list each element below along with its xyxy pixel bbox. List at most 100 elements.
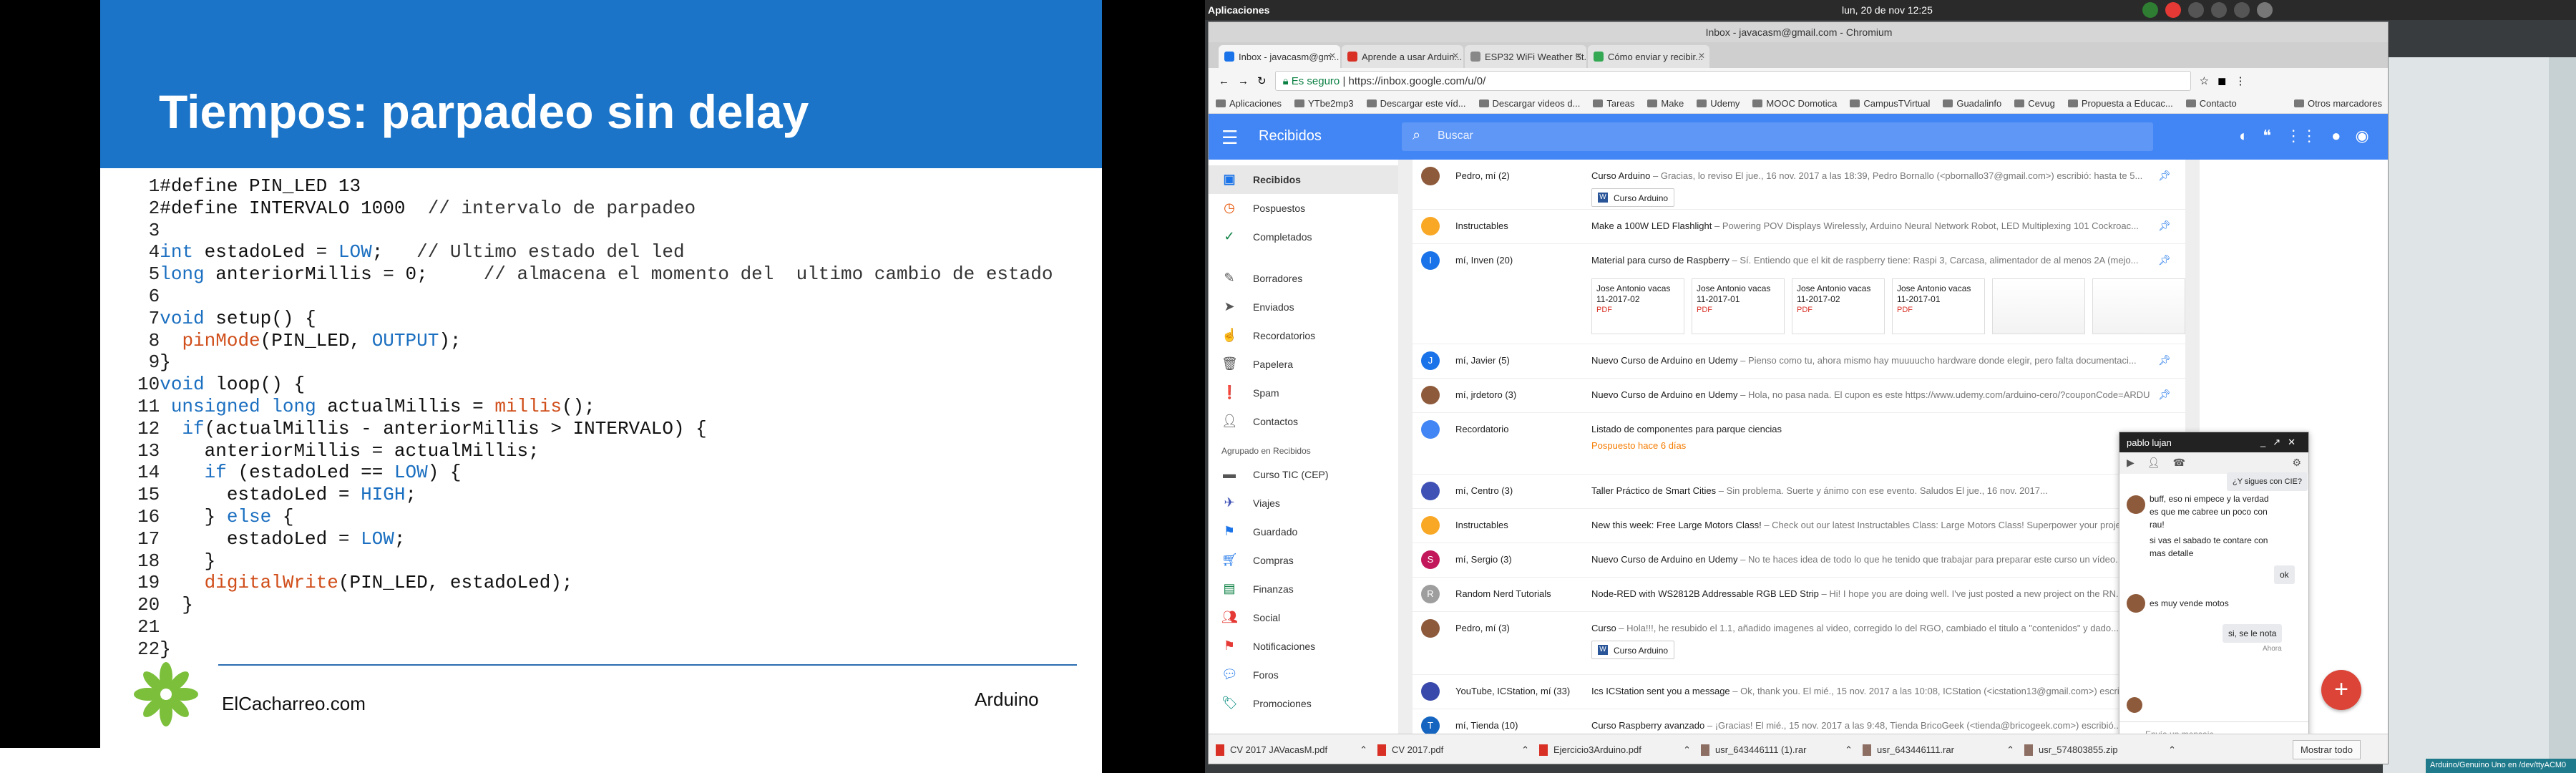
nav-item-borradores[interactable]: ✎ Borradores	[1209, 264, 1398, 293]
reload-icon[interactable]: ↻	[1257, 74, 1267, 87]
pin-icon[interactable]: 📌︎	[2158, 170, 2171, 182]
close-tab-icon[interactable]: ✕	[1329, 51, 1336, 61]
bookmark-item[interactable]: YTbe2mp3	[1294, 98, 1354, 109]
chat-settings-icon[interactable]: ⚙	[2292, 457, 2301, 470]
forward-icon[interactable]: →	[1238, 75, 1249, 87]
bookmark-item[interactable]: Propuesta a Educac...	[2067, 98, 2173, 109]
message-row[interactable]: Jmí, Javier (5) Nuevo Curso de Arduino en…	[1413, 344, 2185, 379]
nav-item-recibidos[interactable]: ▣ Recibidos	[1209, 165, 1398, 194]
bookmark-item[interactable]: Tareas	[1593, 98, 1634, 109]
chevron-up-icon[interactable]: ⌃	[2168, 744, 2176, 756]
update-icon[interactable]	[2165, 2, 2181, 18]
tab-inbox[interactable]: Inbox - javacasm@gm... ✕	[1219, 45, 1340, 68]
group-item[interactable]: ⚑ Notificaciones	[1209, 632, 1398, 661]
attachment-chip[interactable]: Curso Arduino	[1591, 641, 1675, 659]
message-row[interactable]: Instructables Make a 100W LED Flashlight …	[1413, 210, 2185, 244]
bookmark-item[interactable]: Cevug	[2014, 98, 2055, 109]
group-item[interactable]: ▤ Finanzas	[1209, 575, 1398, 603]
back-icon[interactable]: ←	[1219, 75, 1229, 87]
bookmark-item[interactable]: Contacto	[2185, 98, 2237, 109]
add-person-icon[interactable]: 👤︎	[2147, 457, 2160, 470]
tab-esp32[interactable]: ESP32 WiFi Weather St... ✕	[1465, 45, 1586, 68]
close-tab-icon[interactable]: ✕	[1698, 51, 1705, 61]
message-row[interactable]: R Random Nerd Tutorials Node-RED with WS28…	[1413, 578, 2185, 612]
network-icon[interactable]	[2188, 2, 2204, 18]
pin-icon[interactable]: 📌︎	[2158, 220, 2171, 232]
pdf-attachment-card[interactable]: Jose Antonio vacas 11-2017-02 PDF	[1792, 278, 1885, 334]
group-item[interactable]: 🏷︎ Promociones	[1209, 689, 1398, 718]
tab-como-enviar[interactable]: Cómo enviar y recibir... ✕	[1588, 45, 1709, 68]
message-row[interactable]: Pedro, mí (3) Curso – Hola!!!, he resubid…	[1413, 612, 2185, 675]
search-input[interactable]: Buscar	[1402, 122, 2153, 151]
download-item[interactable]: usr_643446111.rar ⌃	[1863, 744, 2024, 756]
video-call-icon[interactable]: ▶	[2127, 457, 2135, 470]
close-tab-icon[interactable]: ✕	[1452, 51, 1459, 61]
attachment-chip[interactable]: Curso Arduino	[1591, 188, 1675, 207]
bookmark-star-icon[interactable]: ☆	[2200, 74, 2209, 87]
message-row[interactable]: mí, Centro (3) Taller Práctico de Smart C…	[1413, 475, 2185, 509]
nav-item-spam[interactable]: ❗ Spam	[1209, 379, 1398, 407]
download-item[interactable]: Ejercicio3Arduino.pdf ⌃	[1539, 744, 1701, 756]
avatar[interactable]: ◉	[2355, 127, 2368, 145]
pin-icon[interactable]: 📌︎	[2158, 354, 2171, 366]
compose-button[interactable]: +	[2321, 670, 2361, 710]
bookmark-item[interactable]: CampusTVirtual	[1850, 98, 1930, 109]
bookmark-item[interactable]: Descargar este víd...	[1366, 98, 1466, 109]
chevron-up-icon[interactable]: ⌃	[1683, 744, 1691, 756]
hamburger-menu-icon[interactable]: ☰	[1221, 127, 1238, 149]
bookmark-item[interactable]: Make	[1647, 98, 1684, 109]
group-item[interactable]: ✈ Viajes	[1209, 489, 1398, 517]
group-item[interactable]: ⚑ Guardado	[1209, 517, 1398, 546]
battery-icon[interactable]	[2234, 2, 2250, 18]
extension-icon[interactable]: ◼	[2218, 74, 2226, 87]
download-item[interactable]: CV 2017.pdf ⌃	[1377, 744, 1539, 756]
pin-icon[interactable]: 📌︎	[2158, 254, 2171, 266]
toggle-icon[interactable]: ◐	[2239, 127, 2248, 145]
message-row[interactable]: Smí, Sergio (3) Nuevo Curso de Arduino en…	[1413, 543, 2185, 578]
tab-arduino[interactable]: Aprende a usar Arduin... ✕	[1342, 45, 1463, 68]
image-thumbnail[interactable]	[1992, 278, 2085, 334]
nav-item-completados[interactable]: ✓ Completados	[1209, 223, 1398, 251]
hangouts-icon[interactable]: ❝	[2263, 127, 2271, 145]
bookmark-item[interactable]: Aplicaciones	[1216, 98, 1282, 109]
message-row[interactable]: Recordatorio Listado de componentes para …	[1413, 413, 2185, 475]
download-item[interactable]: usr_574803855.zip ⌃	[2024, 744, 2186, 756]
close-tab-icon[interactable]: ✕	[1575, 51, 1582, 61]
group-item[interactable]: 🛒︎ Compras	[1209, 546, 1398, 575]
clock[interactable]: lun, 20 de nov 12:25	[1842, 4, 1933, 16]
group-item[interactable]: ▬ Curso TIC (CEP)	[1209, 460, 1398, 489]
nav-item-pospuestos[interactable]: ◷ Pospuestos	[1209, 194, 1398, 223]
chevron-up-icon[interactable]: ⌃	[2006, 744, 2014, 756]
pdf-attachment-card[interactable]: Jose Antonio vacas 11-2017-02 PDF	[1591, 278, 1684, 334]
group-item[interactable]: 💬︎ Foros	[1209, 661, 1398, 689]
chat-header[interactable]: pablo lujan _↗✕	[2119, 432, 2308, 452]
bookmark-item[interactable]: Udemy	[1697, 98, 1740, 109]
menu-icon[interactable]: ⋮	[2235, 74, 2245, 87]
message-row[interactable]: Imí, Inven (20) Material para curso de Ra…	[1413, 244, 2185, 344]
message-row[interactable]: Instructables New this week: Free Large M…	[1413, 509, 2185, 543]
chat-window-controls-icon[interactable]: _↗✕	[2260, 437, 2303, 448]
chevron-up-icon[interactable]: ⌃	[1845, 744, 1853, 756]
nav-item-recordatorios[interactable]: ☝ Recordatorios	[1209, 321, 1398, 350]
app-indicator-icon[interactable]	[2142, 2, 2158, 18]
download-item[interactable]: usr_643446111 (1).rar ⌃	[1701, 744, 1863, 756]
image-thumbnail[interactable]	[2092, 278, 2185, 334]
chevron-up-icon[interactable]: ⌃	[1521, 744, 1529, 756]
notifications-icon[interactable]: ●	[2331, 127, 2341, 145]
power-icon[interactable]	[2257, 2, 2273, 18]
nav-item-enviados[interactable]: ➤ Enviados	[1209, 293, 1398, 321]
message-row[interactable]: Pedro, mí (2) Curso Arduino – Gracias, lo…	[1413, 160, 2185, 210]
phone-icon[interactable]: ☎	[2173, 457, 2185, 470]
group-item[interactable]: 👥︎ Social	[1209, 603, 1398, 632]
nav-item-contactos[interactable]: 👤︎ Contactos	[1209, 407, 1398, 436]
pdf-attachment-card[interactable]: Jose Antonio vacas 11-2017-01 PDF	[1892, 278, 1985, 334]
nav-item-papelera[interactable]: 🗑︎ Papelera	[1209, 350, 1398, 379]
bookmark-item[interactable]: Descargar videos d...	[1478, 98, 1580, 109]
message-row[interactable]: mí, jrdetoro (3) Nuevo Curso de Arduino e…	[1413, 379, 2185, 413]
bookmark-item[interactable]: Guadalinfo	[1943, 98, 2001, 109]
pin-icon[interactable]: 📌︎	[2158, 389, 2171, 401]
address-bar[interactable]: 🔒︎ Es seguro | https://inbox.google.com/…	[1274, 71, 2191, 91]
apps-grid-icon[interactable]: ⋮⋮	[2285, 127, 2317, 145]
message-row[interactable]: YouTube, ICStation, mí (33) Ics ICStation…	[1413, 675, 2185, 709]
volume-icon[interactable]	[2211, 2, 2227, 18]
